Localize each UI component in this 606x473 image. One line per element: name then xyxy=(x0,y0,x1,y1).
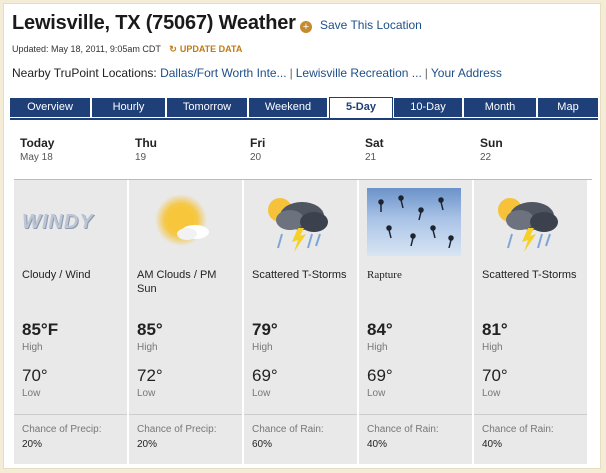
forecast-tabs: Overview Hourly Tomorrow Weekend 5-Day 1… xyxy=(10,97,598,120)
high-label: High xyxy=(22,342,43,353)
tab-month[interactable]: Month xyxy=(464,98,536,117)
tab-map[interactable]: Map xyxy=(538,98,598,117)
precip-value: 40% xyxy=(482,439,503,450)
tab-hourly[interactable]: Hourly xyxy=(92,98,165,117)
low-label: Low xyxy=(22,388,41,399)
windy-icon: WINDY xyxy=(22,188,116,256)
day-date: May 18 xyxy=(20,152,53,163)
windy-icon-text: WINDY xyxy=(22,211,94,233)
tab-10-day[interactable]: 10-Day xyxy=(394,98,462,117)
condition-text: AM Clouds / PM Sun xyxy=(137,269,217,295)
update-data-label: UPDATE DATA xyxy=(179,44,243,54)
forecast-day-today[interactable]: WINDY Cloudy / Wind 85°F High 70° Low Ch… xyxy=(14,180,129,464)
high-label: High xyxy=(137,342,158,353)
update-data-button[interactable]: ↻ UPDATE DATA xyxy=(169,44,242,54)
nearby-link-dfw[interactable]: Dallas/Fort Worth Inte... xyxy=(160,66,287,80)
divider xyxy=(474,414,587,415)
day-name: Sun xyxy=(480,136,503,150)
day-header-today: Today May 18 xyxy=(20,136,54,163)
condition-text: Rapture xyxy=(367,269,402,281)
low-temp: 70° xyxy=(22,366,48,385)
five-day-forecast: Today May 18 Thu 19 Fri 20 Sat 21 Sun 22… xyxy=(10,124,598,464)
day-header-sat: Sat 21 xyxy=(365,136,384,163)
tab-5-day[interactable]: 5-Day xyxy=(329,97,393,118)
low-temp: 70° xyxy=(482,366,508,385)
save-location-button[interactable]: + Save This Location xyxy=(300,18,422,33)
day-date: 20 xyxy=(250,152,262,163)
high-temp: 84° xyxy=(367,320,393,339)
thunderstorm-icon xyxy=(482,188,576,256)
day-name: Fri xyxy=(250,136,266,150)
day-date: 21 xyxy=(365,152,377,163)
low-label: Low xyxy=(482,388,501,399)
tab-tomorrow[interactable]: Tomorrow xyxy=(167,98,247,117)
header: Lewisville, TX (75067) Weather + Save Thi… xyxy=(12,12,592,80)
divider xyxy=(14,414,127,415)
low-label: Low xyxy=(367,388,386,399)
nearby-label: Nearby TruPoint Locations: xyxy=(12,66,157,80)
day-name: Sat xyxy=(365,136,384,150)
nearby-link-lewisville-recreation[interactable]: Lewisville Recreation ... xyxy=(296,66,422,80)
forecast-day-fri[interactable]: Scattered T-Storms 79° High 69° Low Chan… xyxy=(244,180,359,464)
forecast-day-sun[interactable]: Scattered T-Storms 81° High 70° Low Chan… xyxy=(474,180,587,464)
high-label: High xyxy=(252,342,273,353)
precip-value: 20% xyxy=(22,439,43,450)
precip-label: Chance of Rain: xyxy=(482,424,554,435)
day-date: 19 xyxy=(135,152,147,163)
high-temp: 85° xyxy=(137,320,163,339)
precip-value: 20% xyxy=(137,439,158,450)
day-header-sun: Sun 22 xyxy=(480,136,503,163)
divider xyxy=(129,414,242,415)
low-temp: 72° xyxy=(137,366,163,385)
day-header-thu: Thu 19 xyxy=(135,136,157,163)
thunderstorm-icon xyxy=(252,188,346,256)
nearby-locations: Nearby TruPoint Locations: Dallas/Fort W… xyxy=(12,66,502,80)
condition-text: Cloudy / Wind xyxy=(22,269,91,281)
high-label: High xyxy=(482,342,503,353)
low-label: Low xyxy=(137,388,156,399)
precip-label: Chance of Precip: xyxy=(137,424,217,435)
high-temp: 79° xyxy=(252,320,278,339)
low-label: Low xyxy=(252,388,271,399)
tab-overview[interactable]: Overview xyxy=(10,98,90,117)
high-temp: 85°F xyxy=(22,320,59,339)
divider xyxy=(359,414,472,415)
low-temp: 69° xyxy=(367,366,393,385)
day-date: 22 xyxy=(480,152,492,163)
save-location-label: Save This Location xyxy=(320,18,422,32)
partly-sunny-icon xyxy=(137,188,231,256)
nearby-link-your-address[interactable]: Your Address xyxy=(431,66,502,80)
updated-text: Updated: May 18, 2011, 9:05am CDT xyxy=(12,44,161,54)
low-temp: 69° xyxy=(252,366,278,385)
condition-text: Scattered T-Storms xyxy=(482,269,577,281)
day-name: Thu xyxy=(135,136,157,150)
high-label: High xyxy=(367,342,388,353)
high-temp: 81° xyxy=(482,320,508,339)
precip-value: 40% xyxy=(367,439,388,450)
updated-timestamp: Updated: May 18, 2011, 9:05am CDT ↻ UPDAT… xyxy=(12,44,242,55)
tab-weekend[interactable]: Weekend xyxy=(249,98,327,117)
weather-page: Lewisville, TX (75067) Weather + Save Thi… xyxy=(3,3,601,469)
refresh-icon: ↻ xyxy=(169,44,177,54)
day-name: Today xyxy=(20,136,55,150)
precip-label: Chance of Precip: xyxy=(22,424,102,435)
rapture-image xyxy=(367,188,461,256)
plus-icon: + xyxy=(300,21,312,33)
day-header-fri: Fri 20 xyxy=(250,136,265,163)
precip-label: Chance of Rain: xyxy=(367,424,439,435)
forecast-day-sat[interactable]: Rapture 84° High 69° Low Chance of Rain:… xyxy=(359,180,474,464)
condition-text: Scattered T-Storms xyxy=(252,269,347,281)
precip-label: Chance of Rain: xyxy=(252,424,324,435)
forecast-day-thu[interactable]: AM Clouds / PM Sun 85° High 72° Low Chan… xyxy=(129,180,244,464)
divider xyxy=(244,414,357,415)
precip-value: 60% xyxy=(252,439,273,450)
